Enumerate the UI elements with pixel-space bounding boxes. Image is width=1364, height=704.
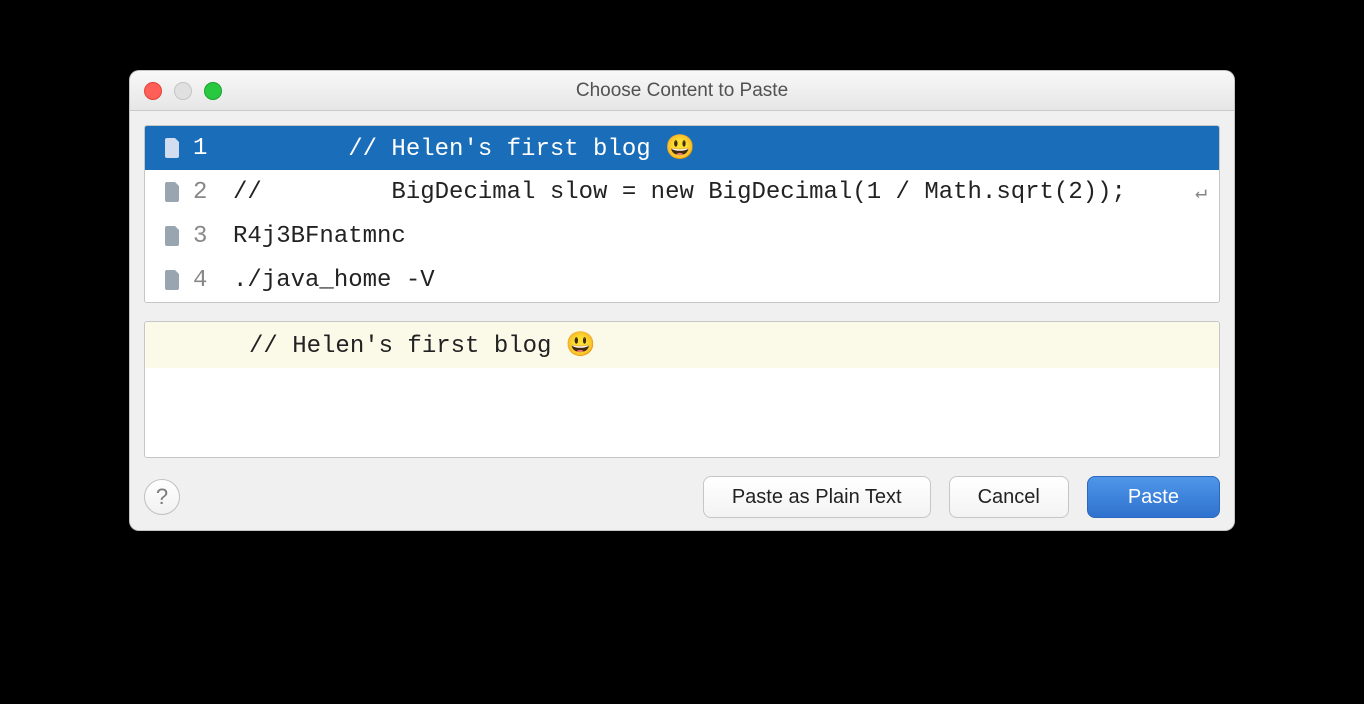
clipboard-item[interactable]: 2 // BigDecimal slow = new BigDecimal(1 …	[145, 170, 1219, 214]
preview-text: // Helen's first blog 😃	[145, 322, 1219, 368]
clipboard-item[interactable]: 1 // Helen's first blog 😃	[145, 126, 1219, 170]
item-content: R4j3BFnatmnc	[233, 223, 1219, 250]
item-content: ./java_home -V	[233, 267, 1219, 294]
document-icon	[163, 180, 183, 204]
item-content: // BigDecimal slow = new BigDecimal(1 / …	[233, 179, 1195, 206]
paste-plain-text-button[interactable]: Paste as Plain Text	[703, 476, 931, 518]
dialog-window: Choose Content to Paste 1 // Helen's fir…	[129, 70, 1235, 531]
clipboard-list: 1 // Helen's first blog 😃 2 // BigDecima…	[144, 125, 1220, 303]
cancel-button[interactable]: Cancel	[949, 476, 1069, 518]
dialog-footer: ? Paste as Plain Text Cancel Paste	[144, 476, 1220, 518]
item-content: // Helen's first blog 😃	[233, 133, 1219, 163]
document-icon	[163, 268, 183, 292]
document-icon	[163, 224, 183, 248]
paste-button[interactable]: Paste	[1087, 476, 1220, 518]
help-icon: ?	[156, 484, 168, 510]
item-index: 1	[193, 135, 215, 162]
return-icon: ↵	[1195, 179, 1207, 205]
preview-panel: // Helen's first blog 😃	[144, 321, 1220, 458]
close-icon[interactable]	[144, 82, 162, 100]
zoom-icon[interactable]	[204, 82, 222, 100]
traffic-lights	[144, 82, 222, 100]
item-index: 2	[193, 179, 215, 206]
dialog-content: 1 // Helen's first blog 😃 2 // BigDecima…	[130, 111, 1234, 530]
help-button[interactable]: ?	[144, 479, 180, 515]
document-icon	[163, 136, 183, 160]
item-index: 3	[193, 223, 215, 250]
titlebar: Choose Content to Paste	[130, 71, 1234, 111]
minimize-icon	[174, 82, 192, 100]
clipboard-item[interactable]: 3 R4j3BFnatmnc	[145, 214, 1219, 258]
item-index: 4	[193, 267, 215, 294]
clipboard-item[interactable]: 4 ./java_home -V	[145, 258, 1219, 302]
window-title: Choose Content to Paste	[130, 80, 1234, 102]
